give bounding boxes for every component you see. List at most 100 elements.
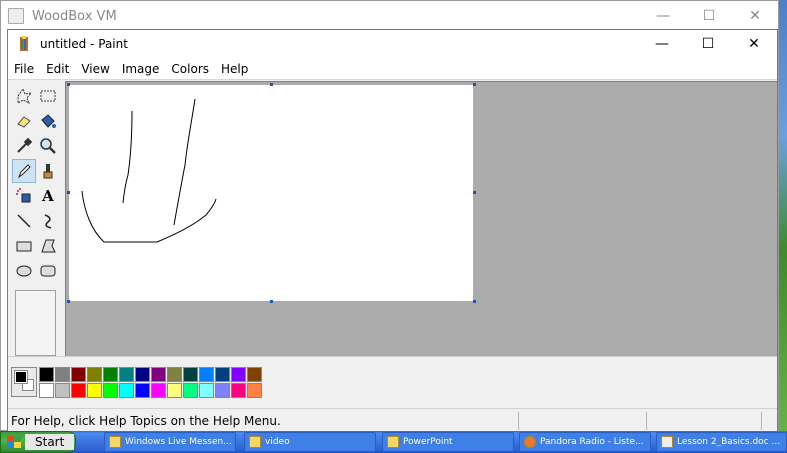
polygon-tool[interactable] [36, 234, 60, 258]
firefox-icon [524, 436, 536, 448]
taskbar-button-powerpoint[interactable]: PowerPoint [382, 432, 514, 452]
color-swatch[interactable] [119, 367, 134, 382]
vm-maximize-button[interactable]: ☐ [686, 1, 732, 31]
resize-handle-bottom[interactable] [270, 300, 273, 303]
color-swatch[interactable] [183, 383, 198, 398]
color-swatch[interactable] [183, 367, 198, 382]
tool-options-box[interactable] [15, 290, 56, 356]
color-swatch[interactable] [87, 367, 102, 382]
color-swatch[interactable] [167, 383, 182, 398]
resize-handle [473, 83, 476, 86]
current-colors [11, 367, 37, 397]
color-swatch[interactable] [119, 383, 134, 398]
resize-handle-right[interactable] [473, 191, 476, 194]
curve-icon [44, 214, 52, 229]
pick-color-tool[interactable] [12, 134, 36, 158]
airbrush-icon [16, 188, 31, 203]
taskbar-button-messenger[interactable]: Windows Live Messen... [104, 432, 236, 452]
status-text: For Help, click Help Topics on the Help … [11, 413, 281, 428]
brush-icon [43, 164, 53, 179]
taskbar-button-video[interactable]: video [244, 432, 376, 452]
line-tool[interactable] [12, 209, 36, 233]
taskbar: Start Windows Live Messen... video Power… [0, 431, 787, 453]
color-swatch[interactable] [231, 383, 246, 398]
airbrush-tool[interactable] [12, 184, 36, 208]
color-swatch[interactable] [71, 383, 86, 398]
menu-help[interactable]: Help [215, 62, 254, 76]
status-separator [518, 412, 519, 430]
color-swatch[interactable] [247, 383, 262, 398]
taskbar-label: Lesson 2_Basics.doc ... [677, 437, 781, 447]
rect-select-tool[interactable] [36, 84, 60, 108]
paint-close-button[interactable]: ✕ [731, 30, 777, 58]
workspace: A [8, 81, 777, 356]
color-swatch[interactable] [247, 367, 262, 382]
menu-view[interactable]: View [75, 62, 115, 76]
magnifier-icon [40, 138, 56, 154]
taskbar-label: video [265, 437, 290, 447]
color-swatch[interactable] [39, 367, 54, 382]
color-swatch[interactable] [231, 367, 246, 382]
vm-minimize-button[interactable]: — [640, 1, 686, 31]
color-swatch[interactable] [199, 383, 214, 398]
text-tool[interactable]: A [36, 184, 60, 208]
free-select-tool[interactable] [12, 84, 36, 108]
magnifier-tool[interactable] [36, 134, 60, 158]
menu-image[interactable]: Image [116, 62, 166, 76]
rect-select-icon [40, 90, 56, 102]
menu-edit[interactable]: Edit [40, 62, 75, 76]
resize-handle [270, 83, 273, 86]
windows-logo-icon [7, 436, 21, 448]
ellipse-tool[interactable] [12, 259, 36, 283]
color-picker-icon [17, 137, 33, 153]
folder-icon [249, 436, 261, 448]
rectangle-tool[interactable] [12, 234, 36, 258]
paint-minimize-button[interactable]: — [639, 30, 685, 58]
color-swatch[interactable] [199, 367, 214, 382]
vm-title-bar[interactable]: WoodBox VM — ☐ ✕ [1, 1, 778, 31]
color-swatch[interactable] [151, 367, 166, 382]
paint-maximize-button[interactable]: ☐ [685, 30, 731, 58]
rounded-rect-tool[interactable] [36, 259, 60, 283]
color-palette-bar [8, 356, 777, 406]
color-swatch[interactable] [135, 383, 150, 398]
color-swatch[interactable] [167, 367, 182, 382]
resize-handle-corner[interactable] [473, 300, 476, 303]
color-swatch[interactable] [103, 367, 118, 382]
paint-title-bar[interactable]: untitled - Paint — ☐ ✕ [8, 30, 777, 58]
menu-colors[interactable]: Colors [165, 62, 215, 76]
text-icon: A [42, 187, 54, 205]
taskbar-label: PowerPoint [403, 437, 453, 447]
status-separator [761, 412, 762, 430]
color-swatch[interactable] [87, 383, 102, 398]
drawing-canvas[interactable] [69, 85, 473, 301]
color-swatch[interactable] [215, 367, 230, 382]
pencil-tool[interactable] [12, 159, 36, 183]
resize-handle [67, 191, 70, 194]
color-swatch[interactable] [151, 383, 166, 398]
color-swatch[interactable] [103, 383, 118, 398]
paint-window: untitled - Paint — ☐ ✕ File Edit View Im… [7, 29, 778, 432]
fill-bucket-icon [41, 114, 56, 128]
vm-close-button[interactable]: ✕ [732, 1, 778, 31]
color-swatch[interactable] [215, 383, 230, 398]
brush-tool[interactable] [36, 159, 60, 183]
menu-file[interactable]: File [8, 62, 40, 76]
polygon-icon [41, 239, 56, 253]
color-swatch[interactable] [71, 367, 86, 382]
fill-tool[interactable] [36, 109, 60, 133]
color-swatch[interactable] [39, 383, 54, 398]
eraser-icon [17, 116, 31, 128]
curve-tool[interactable] [36, 209, 60, 233]
start-label: Start [25, 434, 75, 450]
eraser-tool[interactable] [12, 109, 36, 133]
color-swatch[interactable] [55, 383, 70, 398]
color-swatch[interactable] [135, 367, 150, 382]
vm-window-icon [8, 8, 24, 24]
taskbar-button-lesson-doc[interactable]: Lesson 2_Basics.doc ... [656, 432, 787, 452]
taskbar-button-pandora[interactable]: Pandora Radio - Liste... [519, 432, 651, 452]
start-button[interactable]: Start [0, 431, 76, 453]
ellipse-icon [16, 265, 32, 277]
paint-app-icon [20, 36, 28, 51]
color-swatch[interactable] [55, 367, 70, 382]
